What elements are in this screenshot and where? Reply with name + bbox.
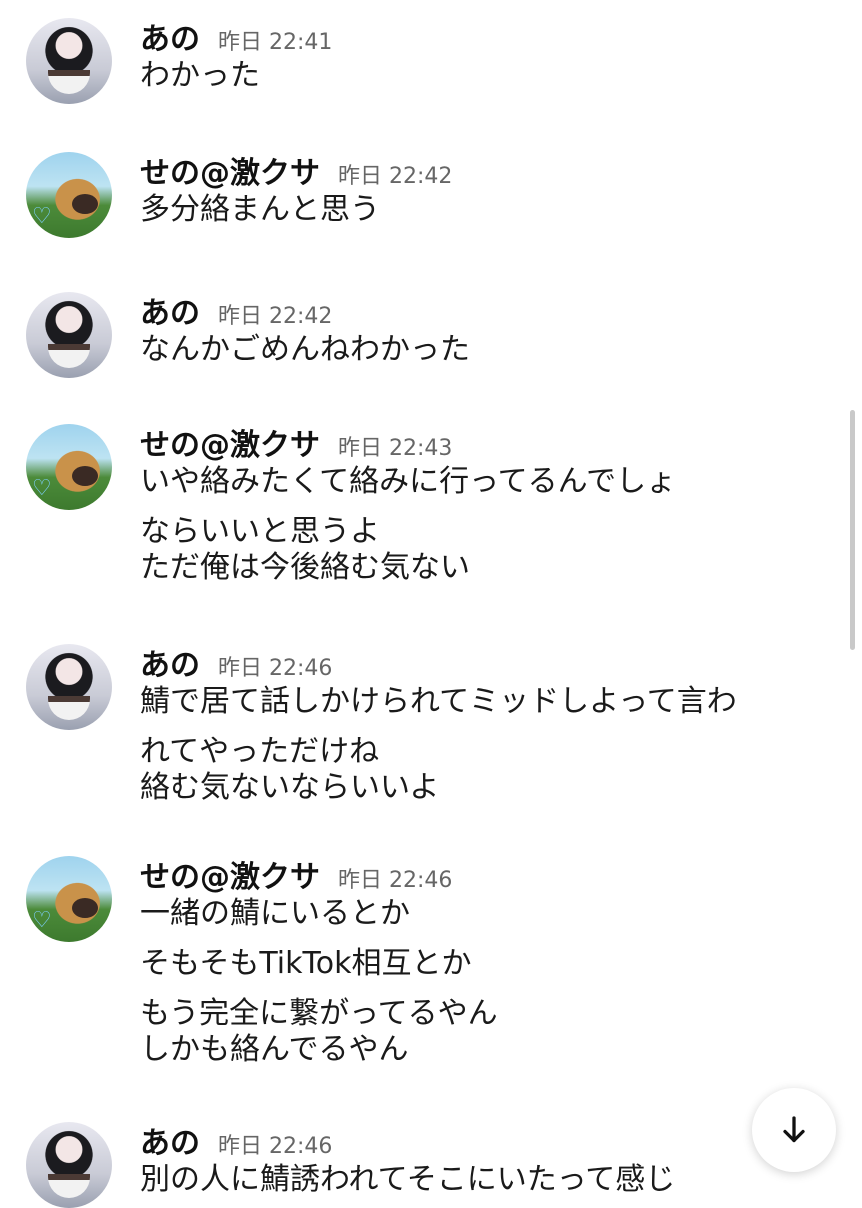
message-author[interactable]: あの 昨日 22:42 xyxy=(140,288,332,332)
user-avatar-ano[interactable] xyxy=(26,18,112,104)
message-author[interactable]: あの 昨日 22:46 xyxy=(140,1118,332,1162)
user-avatar-ano[interactable] xyxy=(26,644,112,730)
message-line: 多分絡まんと思う xyxy=(140,192,380,227)
message-timestamp: 昨日 22:42 xyxy=(218,304,333,329)
message-line: なんかごめんねわかった xyxy=(140,332,470,367)
author-name[interactable]: せの@激クサ xyxy=(140,428,320,463)
user-avatar-seno[interactable]: ♡ xyxy=(26,424,112,510)
author-name[interactable]: せの@激クサ xyxy=(140,860,320,895)
message-author[interactable]: あの 昨日 22:41 xyxy=(140,14,332,58)
message-timestamp: 昨日 22:46 xyxy=(218,656,333,681)
user-avatar-ano[interactable] xyxy=(26,1122,112,1208)
message-timestamp: 昨日 22:46 xyxy=(218,1134,333,1159)
message-line: もう完全に繋がってるやん xyxy=(140,996,498,1031)
message-line: いや絡みたくて絡みに行ってるんでしょ xyxy=(140,464,677,499)
message-author[interactable]: せの@激クサ 昨日 22:46 xyxy=(140,852,452,896)
message-line: ただ俺は今後絡む気ない xyxy=(140,550,470,585)
message-line: わかった xyxy=(140,58,260,93)
message-line: そもそもTikTok相互とか xyxy=(140,946,472,981)
scroll-to-bottom-button[interactable] xyxy=(752,1088,836,1172)
message-timestamp: 昨日 22:42 xyxy=(338,164,453,189)
author-name[interactable]: あの xyxy=(140,22,200,57)
author-name[interactable]: あの xyxy=(140,648,200,683)
message-timestamp: 昨日 22:46 xyxy=(338,868,453,893)
chat-log[interactable]: あの 昨日 22:41 わかった ♡ せの@激クサ 昨日 22:42 多分絡まんと思… xyxy=(0,0,862,1208)
user-avatar-seno[interactable]: ♡ xyxy=(26,856,112,942)
message-timestamp: 昨日 22:41 xyxy=(218,30,333,55)
message-author[interactable]: せの@激クサ 昨日 22:42 xyxy=(140,148,452,192)
message-line: れてやっただけね xyxy=(140,734,380,769)
message-line: 一緒の鯖にいるとか xyxy=(140,896,410,931)
author-name[interactable]: せの@激クサ xyxy=(140,156,320,191)
message-line: しかも絡んでるやん xyxy=(140,1032,409,1067)
author-name[interactable]: あの xyxy=(140,1126,200,1161)
message-line: ならいいと思うよ xyxy=(140,514,380,549)
message-line: 絡む気ないならいいよ xyxy=(140,770,440,805)
arrow-down-icon xyxy=(783,1116,805,1143)
user-avatar-seno[interactable]: ♡ xyxy=(26,152,112,238)
message-timestamp: 昨日 22:43 xyxy=(338,436,453,461)
author-name[interactable]: あの xyxy=(140,296,200,331)
scrollbar[interactable] xyxy=(850,410,855,650)
message-author[interactable]: あの 昨日 22:46 xyxy=(140,640,332,684)
message-line: 鯖で居て話しかけられてミッドしよって言わ xyxy=(140,684,737,719)
user-avatar-ano[interactable] xyxy=(26,292,112,378)
message-author[interactable]: せの@激クサ 昨日 22:43 xyxy=(140,420,452,464)
message-line: 別の人に鯖誘われてそこにいたって感じ xyxy=(140,1162,676,1197)
